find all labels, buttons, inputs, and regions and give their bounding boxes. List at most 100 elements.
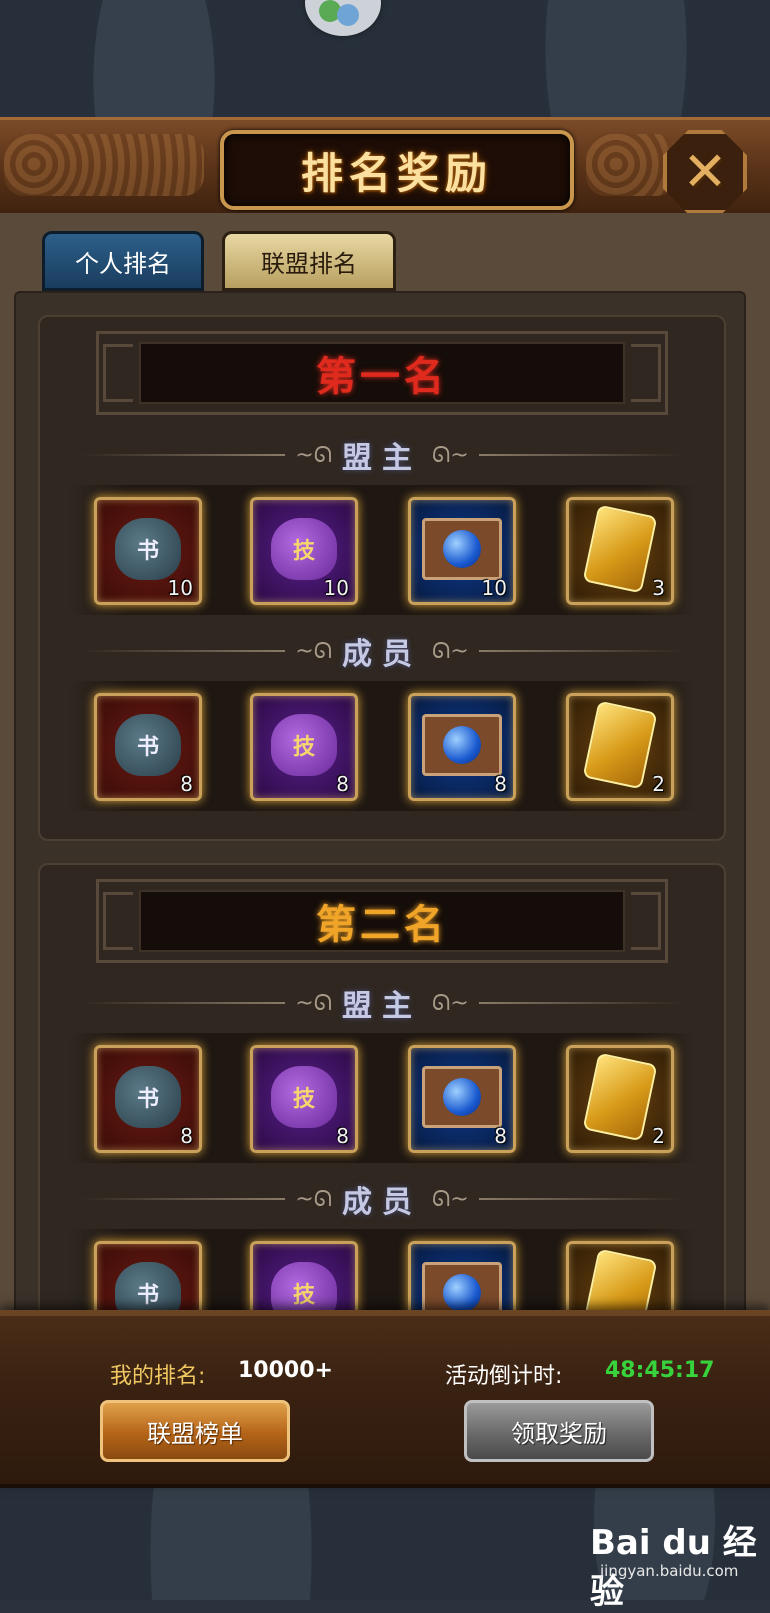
- gold-token-item[interactable]: 3: [566, 497, 674, 605]
- tab-alliance-ranking[interactable]: 联盟排名: [222, 231, 396, 291]
- item-count: 8: [494, 772, 507, 796]
- orb-chest-icon: [422, 1261, 502, 1312]
- book-bag-icon: 书: [115, 1065, 181, 1128]
- blue-orb: [443, 1077, 481, 1116]
- gold-token-icon: [582, 504, 658, 594]
- carved-ornament-left: [4, 134, 204, 196]
- orb-chest-icon: [422, 1065, 502, 1128]
- book-bag-icon: 书: [115, 517, 181, 580]
- blue-orb: [443, 725, 481, 764]
- button-label: 联盟榜单: [147, 1419, 243, 1448]
- reward-item-row: 书 10 技 10 10 3: [68, 485, 696, 615]
- rank-card: 第二名 ~ᘏ 盟主 ᘏ~ 书 8 技 8 8 2 ~ᘏ 成员 ᘏ~ 书技: [38, 863, 726, 1312]
- blue-orb: [443, 529, 481, 568]
- swirl-ornament-icon: ᘏ~: [432, 990, 469, 1016]
- section-divider: ~ᘏ 盟主 ᘏ~: [80, 435, 684, 476]
- bag-glyph: 技: [271, 517, 337, 580]
- swirl-ornament-icon: ~ᘏ: [295, 990, 332, 1016]
- bag-glyph: 技: [271, 1065, 337, 1128]
- item-count: 8: [336, 1124, 349, 1148]
- item-count: 10: [481, 576, 507, 600]
- gold-token-icon: [582, 1248, 658, 1312]
- swirl-ornament-icon: ᘏ~: [432, 1186, 469, 1212]
- rank-title-plate: 第二名: [139, 890, 625, 952]
- book-bag-item[interactable]: 书: [94, 1241, 202, 1312]
- book-bag-icon: 书: [115, 1261, 181, 1312]
- item-count: 2: [652, 1124, 665, 1148]
- title-plate: 排名奖励: [220, 130, 574, 210]
- bag-glyph: 技: [271, 1261, 337, 1312]
- rank-title-plate: 第一名: [139, 342, 625, 404]
- bag-glyph: 书: [115, 1261, 181, 1312]
- skill-bag-item[interactable]: 技8: [250, 693, 358, 801]
- item-count: 8: [180, 1124, 193, 1148]
- skill-bag-item[interactable]: 技: [250, 1241, 358, 1312]
- orb-chest-item[interactable]: 8: [408, 693, 516, 801]
- chest-box: [422, 1065, 502, 1128]
- gold-token-icon: [582, 1052, 658, 1142]
- close-button[interactable]: ✕: [663, 130, 747, 214]
- my-rank-label: 我的排名:: [110, 1364, 206, 1389]
- orb-chest-icon: [422, 713, 502, 776]
- reward-item-row: 书8技882: [68, 681, 696, 811]
- gold-token-icon: [582, 700, 658, 790]
- swirl-ornament-icon: ᘏ~: [432, 638, 469, 664]
- skill-bag-item[interactable]: 技 10: [250, 497, 358, 605]
- section-label: 成员: [342, 1185, 422, 1220]
- frame-knot: [103, 344, 133, 402]
- button-label: 领取奖励: [511, 1419, 607, 1448]
- tab-label: 联盟排名: [261, 249, 357, 278]
- close-icon: ✕: [682, 140, 728, 203]
- skill-bag-icon: 技: [271, 713, 337, 776]
- gold-token-item[interactable]: 2: [566, 693, 674, 801]
- item-count: 8: [180, 772, 193, 796]
- main-panel: 个人排名 联盟排名 第一名 ~ᘏ 盟主 ᘏ~ 书 10 技 10 10 3 ~ᘏ 成员 ᘏ~ 书 8 技 8 8 2…: [0, 213, 770, 1314]
- section-label: 成员: [342, 637, 422, 672]
- gold-token-item[interactable]: 2: [566, 1045, 674, 1153]
- swirl-ornament-icon: ~ᘏ: [295, 638, 332, 664]
- rank-name: 第一名: [316, 353, 448, 400]
- bag-glyph: 书: [115, 517, 181, 580]
- page-title: 排名奖励: [300, 148, 493, 198]
- tab-personal-ranking[interactable]: 个人排名: [42, 231, 204, 291]
- item-count: 2: [652, 772, 665, 796]
- section-divider: ~ᘏ 盟主 ᘏ~: [80, 983, 684, 1024]
- book-bag-item[interactable]: 书8: [94, 1045, 202, 1153]
- frame-knot: [631, 344, 661, 402]
- countdown-label: 活动倒计时:: [445, 1364, 563, 1389]
- token-plaque: [582, 1052, 658, 1142]
- swirl-ornament-icon: ~ᘏ: [295, 442, 332, 468]
- item-count: 3: [652, 576, 665, 600]
- claim-reward-button[interactable]: 领取奖励: [464, 1400, 654, 1462]
- skill-bag-item[interactable]: 技8: [250, 1045, 358, 1153]
- countdown-value: 48:45:17: [605, 1358, 715, 1383]
- section-label: 盟主: [342, 989, 422, 1024]
- blue-orb: [443, 1273, 481, 1312]
- item-count: 10: [323, 576, 349, 600]
- reward-list[interactable]: 第一名 ~ᘏ 盟主 ᘏ~ 书 10 技 10 10 3 ~ᘏ 成员 ᘏ~ 书 8 技 8 8 2 第二名 ~ᘏ 盟主 ᘏ~ 书…: [14, 291, 746, 1314]
- carved-ornament-right: [586, 134, 676, 196]
- token-plaque: [582, 1248, 658, 1312]
- rank-title-frame: 第二名: [96, 879, 668, 963]
- skill-bag-icon: 技: [271, 517, 337, 580]
- frame-knot: [631, 892, 661, 950]
- section-divider: ~ᘏ 成员 ᘏ~: [80, 631, 684, 672]
- section-divider: ~ᘏ 成员 ᘏ~: [80, 1179, 684, 1220]
- orb-chest-item[interactable]: [408, 1241, 516, 1312]
- chest-box: [422, 1261, 502, 1312]
- orb-chest-item[interactable]: 10: [408, 497, 516, 605]
- orb-chest-item[interactable]: 8: [408, 1045, 516, 1153]
- bag-glyph: 书: [115, 713, 181, 776]
- footer-bar: 我的排名: 10000+ 活动倒计时: 48:45:17 联盟榜单 领取奖励: [0, 1310, 770, 1488]
- item-count: 10: [167, 576, 193, 600]
- watermark-url: jingyan.baidu.com: [600, 1562, 739, 1580]
- book-bag-icon: 书: [115, 713, 181, 776]
- swirl-ornament-icon: ᘏ~: [432, 442, 469, 468]
- book-bag-item[interactable]: 书8: [94, 693, 202, 801]
- book-bag-item[interactable]: 书 10: [94, 497, 202, 605]
- bag-glyph: 书: [115, 1065, 181, 1128]
- gold-token-item[interactable]: [566, 1241, 674, 1312]
- token-plaque: [582, 504, 658, 594]
- alliance-list-button[interactable]: 联盟榜单: [100, 1400, 290, 1462]
- header-bar: 排名奖励 ✕: [0, 117, 770, 220]
